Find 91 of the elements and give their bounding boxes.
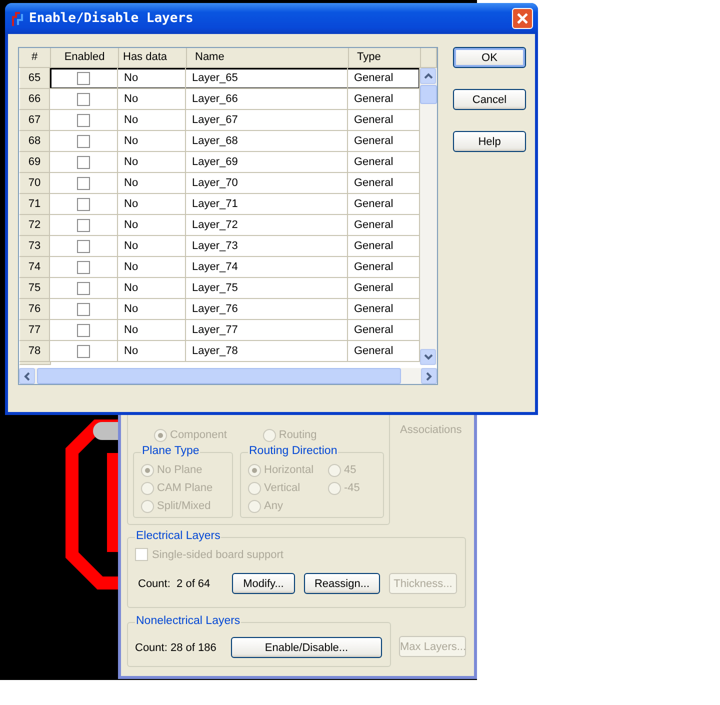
caret-up-icon [424,73,432,79]
row-number: 69 [19,152,50,173]
radio-label: Any [264,500,283,512]
column-header[interactable]: Name [187,48,349,67]
checkbox[interactable] [77,114,90,126]
row-number: 70 [19,173,50,194]
radio-label: Split/Mixed [157,500,211,512]
column-header[interactable]: # [19,48,51,67]
table-row[interactable]: No Layer_69 General [50,152,420,173]
column-header[interactable]: Type [349,48,421,67]
table-row[interactable]: No Layer_74 General [50,257,420,278]
scroll-thumb[interactable] [420,85,437,104]
row-number: 76 [19,299,50,320]
caret-down-icon [424,354,432,360]
checkbox[interactable] [77,344,90,358]
radio-label: -45 [344,482,360,494]
table-row[interactable]: No Layer_76 General [50,299,420,320]
checkbox[interactable] [77,324,90,336]
scroll-right-button[interactable] [421,368,437,384]
count-label: Count: 2 of 64 [138,578,212,590]
close-icon [516,12,529,25]
scroll-up-button[interactable] [420,68,436,84]
row-number: 74 [19,257,50,278]
group-title: Electrical Layers [135,530,222,542]
checkbox[interactable] [77,198,90,210]
dialog-button: Max Layers... [399,636,466,657]
dialog-button[interactable]: OK [453,47,526,68]
table-row[interactable]: No Layer_77 General [50,320,420,341]
group-title: Plane Type [141,445,200,457]
row-number: 67 [19,110,50,131]
scroll-down-button[interactable] [420,349,436,365]
count-label: Count: 28 of 186 [135,642,218,654]
table-row[interactable]: No Layer_67 General [50,110,420,131]
radio-label: Vertical [264,482,300,494]
row-number: 68 [19,131,50,152]
table-row[interactable]: No Layer_68 General [50,131,420,152]
checkbox[interactable] [77,302,90,316]
radio-label: Component [170,429,227,441]
app-icon [11,10,25,26]
scroll-left-button[interactable] [19,368,35,384]
checkbox-label: Single-sided board support [152,548,284,560]
table-cell: Layer_78 [186,341,348,362]
dialog-button[interactable]: Reassign... [304,573,380,594]
horizontal-scrollbar[interactable] [19,365,437,384]
caret-left-icon [24,372,30,380]
row-number: 71 [19,194,50,215]
checkbox[interactable] [77,282,90,294]
table-row[interactable]: No Layer_66 General [50,89,420,110]
checkbox[interactable] [77,156,90,168]
close-button[interactable] [512,8,533,29]
group-title: Routing Direction [248,445,338,457]
radio-label: Horizontal [264,464,314,476]
radio-label: 45 [344,464,356,476]
row-number: 75 [19,278,50,299]
row-number: 72 [19,215,50,236]
dialog-button[interactable]: Enable/Disable... [231,637,382,658]
row-number: 65 [19,68,50,89]
row-number: 77 [19,320,50,341]
dialog-button[interactable]: Modify... [232,573,295,594]
column-header[interactable]: Has data [119,48,187,67]
checkbox[interactable] [77,72,90,84]
checkbox[interactable] [77,240,90,252]
checkbox[interactable] [77,218,90,232]
caret-right-icon [426,372,432,380]
table-cell: No [118,341,186,362]
table-row[interactable]: No Layer_71 General [50,194,420,215]
radio-label: No Plane [157,464,202,476]
table-row[interactable]: No Layer_70 General [50,173,420,194]
window-title: Enable/Disable Layers [29,11,194,26]
scroll-thumb[interactable] [37,368,401,384]
checkbox[interactable] [77,134,90,148]
checkbox[interactable] [77,92,90,106]
group-title: Nonelectrical Layers [135,615,242,627]
row-number: 78 [19,341,50,362]
radio-label: CAM Plane [157,482,213,494]
column-header[interactable]: Enabled [51,48,119,67]
row-number: 66 [19,89,50,110]
checkbox[interactable] [77,260,90,274]
table-row[interactable]: No Layer_65 General [50,68,420,89]
row-number: 73 [19,236,50,257]
radio-label: Routing [278,429,317,441]
table-row[interactable]: No Layer_78 General [50,341,420,362]
associations-label: Associations [400,424,462,436]
table-row[interactable]: No Layer_75 General [50,278,420,299]
vertical-scrollbar[interactable] [420,68,437,365]
dialog-button[interactable]: Help [453,131,526,152]
dialog-button[interactable]: Cancel [453,89,526,110]
checkbox[interactable] [77,176,90,190]
table-row[interactable]: No Layer_72 General [50,215,420,236]
dialog-button: Thickness... [389,573,457,594]
table-row[interactable]: No Layer_73 General [50,236,420,257]
